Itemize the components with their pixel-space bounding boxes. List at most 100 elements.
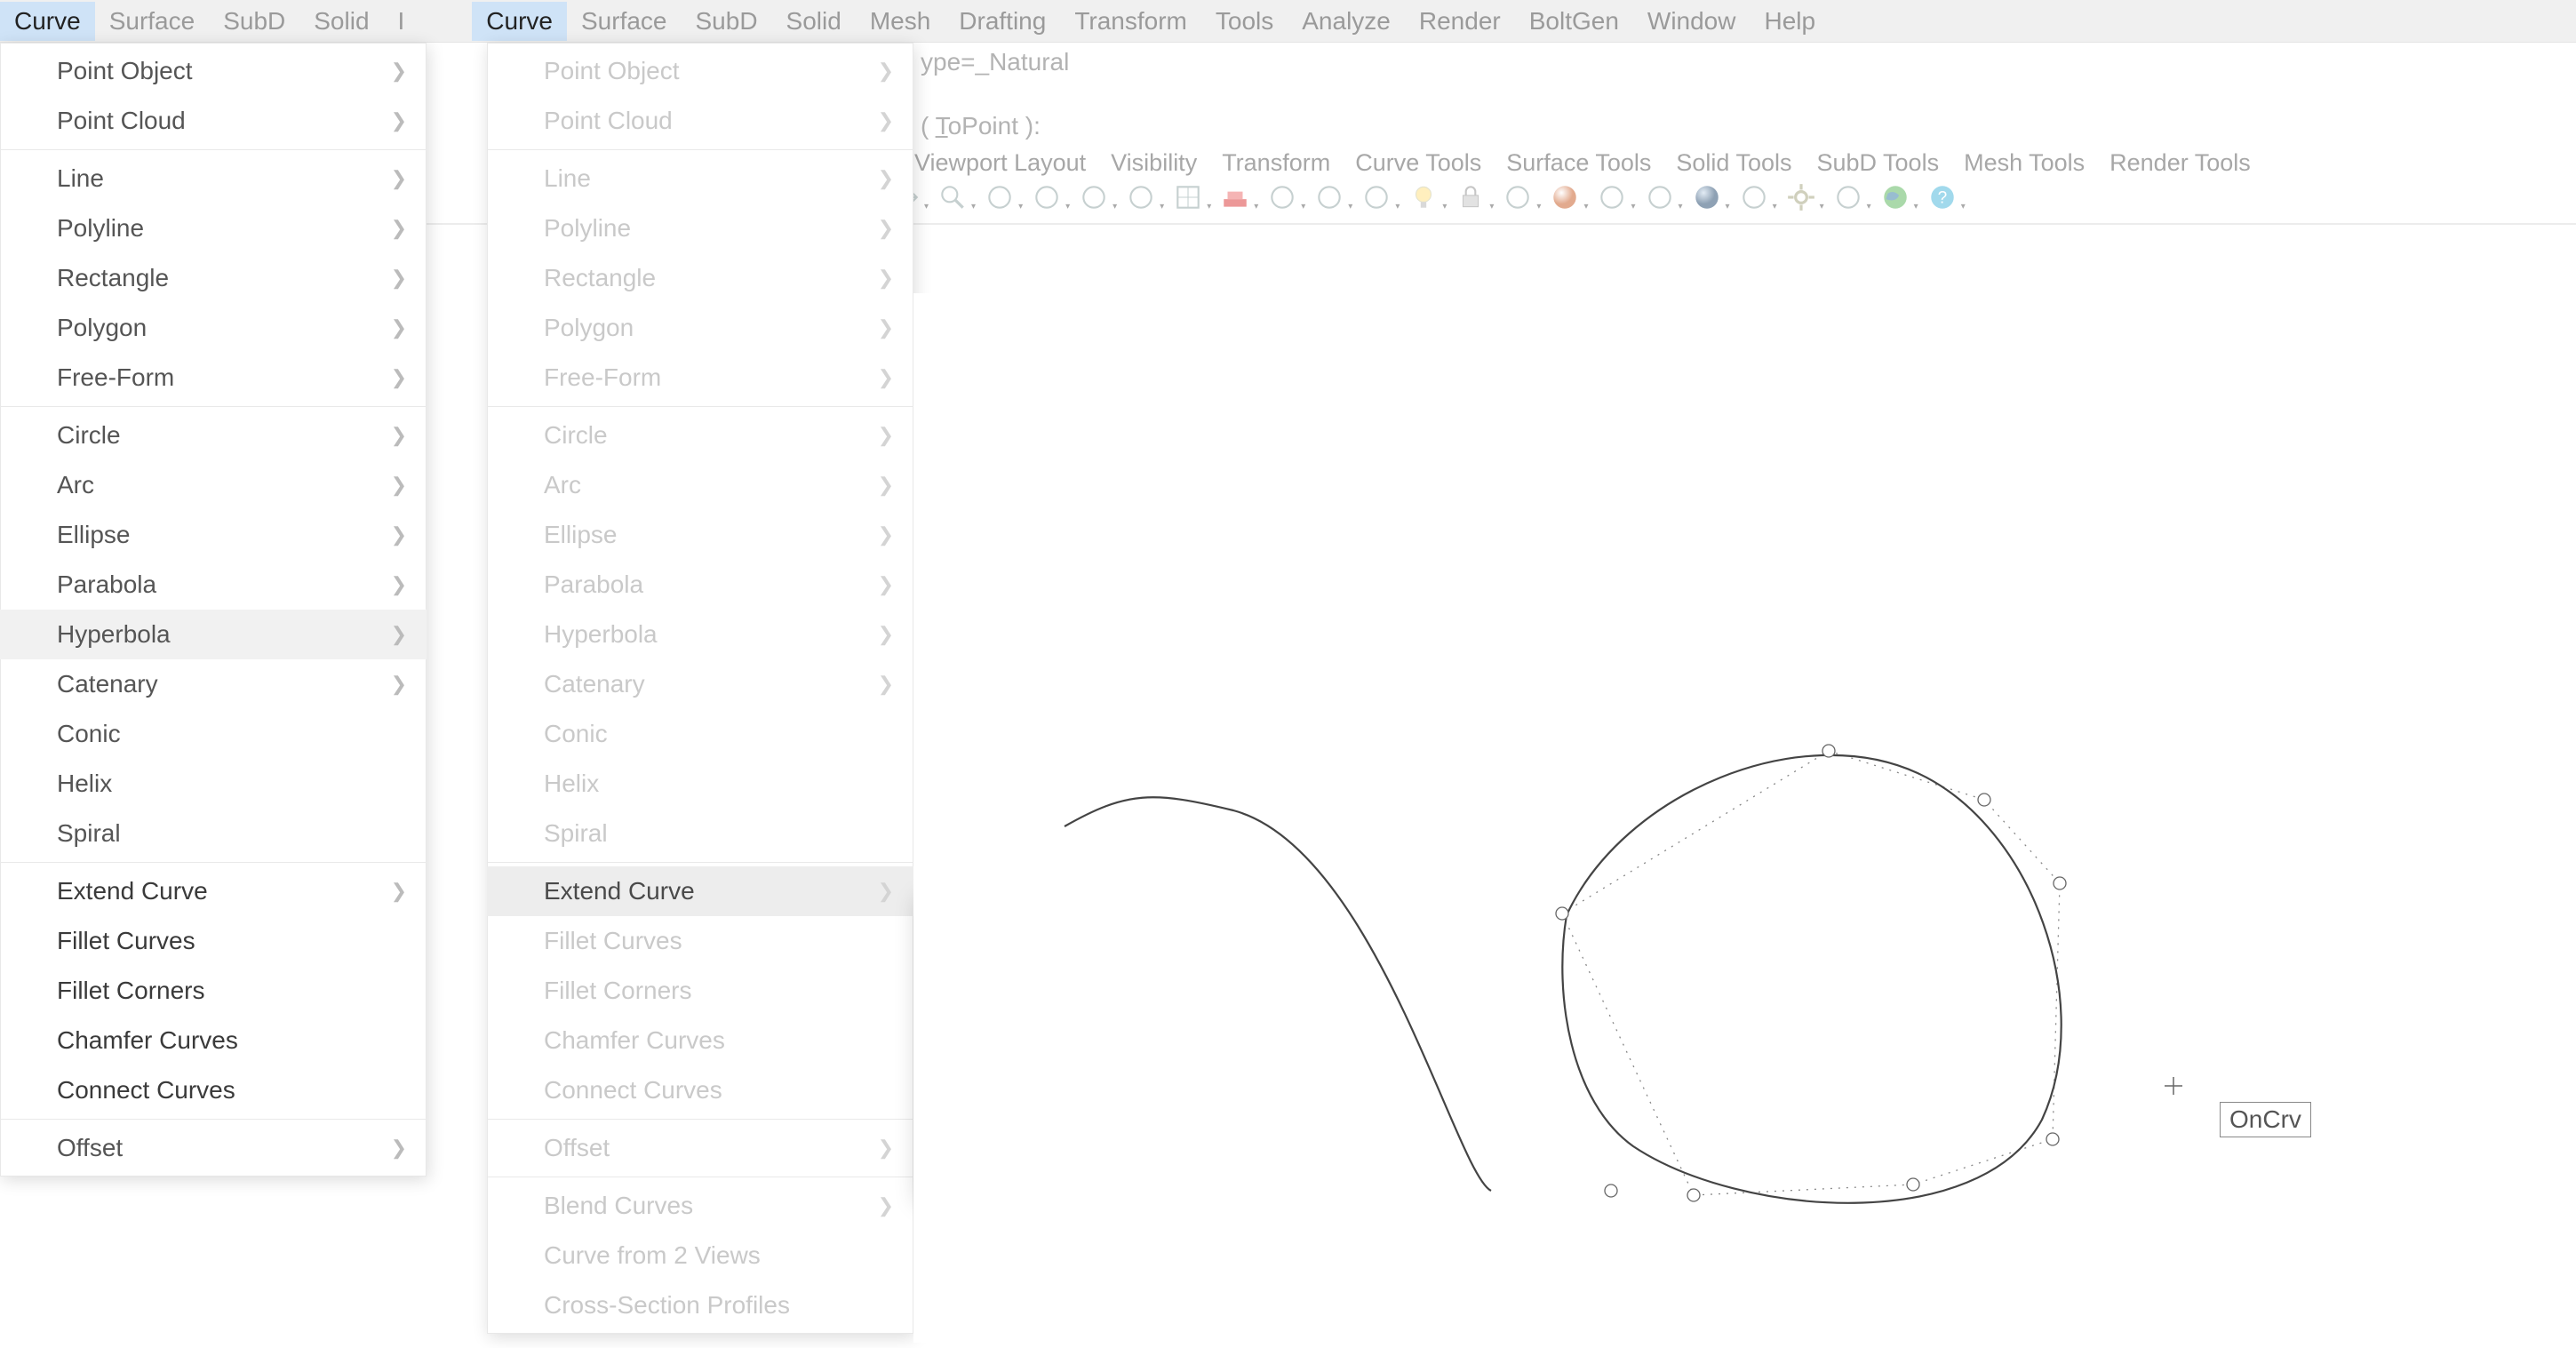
construction-plane-icon-dropdown[interactable]: ▾ bbox=[1867, 202, 1871, 211]
shade-flat-icon-dropdown[interactable]: ▾ bbox=[1395, 202, 1400, 211]
menu-transform[interactable]: Transform bbox=[1060, 2, 1201, 41]
menuitem-chamfer-curves[interactable]: Chamfer Curves bbox=[0, 1016, 427, 1065]
menu-subd[interactable]: SubD bbox=[209, 2, 299, 41]
menuitem-parabola[interactable]: Parabola❯ bbox=[487, 560, 913, 610]
menu-analyze[interactable]: Analyze bbox=[1288, 2, 1405, 41]
cplane-icon-dropdown[interactable]: ▾ bbox=[1207, 202, 1211, 211]
settings-gear-icon[interactable] bbox=[1784, 180, 1818, 214]
tab-curve-tools[interactable]: Curve Tools bbox=[1355, 149, 1481, 177]
menuitem-catenary[interactable]: Catenary❯ bbox=[0, 659, 427, 709]
menuitem-offset[interactable]: Offset❯ bbox=[0, 1123, 427, 1173]
zoom-extents-icon-dropdown[interactable]: ▾ bbox=[1113, 202, 1117, 211]
settings-gear-icon-dropdown[interactable]: ▾ bbox=[1820, 202, 1824, 211]
menuitem-ellipse[interactable]: Ellipse❯ bbox=[0, 510, 427, 560]
undo-view-icon[interactable] bbox=[1124, 180, 1158, 214]
menu-curve[interactable]: Curve bbox=[0, 2, 95, 41]
cplane-icon[interactable] bbox=[1171, 180, 1205, 214]
sun-icon-dropdown[interactable]: ▾ bbox=[1773, 202, 1777, 211]
zoom-in-icon[interactable] bbox=[936, 180, 969, 214]
menuitem-point-cloud[interactable]: Point Cloud❯ bbox=[0, 96, 427, 146]
menuitem-fillet-curves[interactable]: Fillet Curves bbox=[0, 916, 427, 966]
menuitem-free-form[interactable]: Free-Form❯ bbox=[487, 353, 913, 403]
menuitem-fillet-curves[interactable]: Fillet Curves bbox=[487, 916, 913, 966]
help-icon[interactable]: ? bbox=[1926, 180, 1959, 214]
tab-transform[interactable]: Transform bbox=[1222, 149, 1330, 177]
earth-icon[interactable] bbox=[1878, 180, 1912, 214]
menuitem-free-form[interactable]: Free-Form❯ bbox=[0, 353, 427, 403]
lock-icon[interactable] bbox=[1454, 180, 1487, 214]
menu-subd[interactable]: SubD bbox=[682, 2, 772, 41]
earth-icon-dropdown[interactable]: ▾ bbox=[1914, 202, 1918, 211]
menuitem-polyline[interactable]: Polyline❯ bbox=[0, 203, 427, 253]
menuitem-fillet-corners[interactable]: Fillet Corners bbox=[487, 966, 913, 1016]
menuitem-line[interactable]: Line❯ bbox=[487, 154, 913, 203]
ortho-icon[interactable] bbox=[1312, 180, 1346, 214]
menuitem-catenary[interactable]: Catenary❯ bbox=[487, 659, 913, 709]
menuitem-fillet-corners[interactable]: Fillet Corners bbox=[0, 966, 427, 1016]
menuitem-connect-curves[interactable]: Connect Curves bbox=[0, 1065, 427, 1115]
named-view-icon-dropdown[interactable]: ▾ bbox=[1254, 202, 1258, 211]
menuitem-conic[interactable]: Conic bbox=[0, 709, 427, 759]
menu-surface[interactable]: Surface bbox=[567, 2, 682, 41]
menu-curve[interactable]: Curve bbox=[472, 2, 567, 41]
menuitem-polygon[interactable]: Polygon❯ bbox=[487, 303, 913, 353]
menuitem-rectangle[interactable]: Rectangle❯ bbox=[0, 253, 427, 303]
perspective-icon-dropdown[interactable]: ▾ bbox=[1301, 202, 1305, 211]
menuitem-arc[interactable]: Arc❯ bbox=[0, 460, 427, 510]
construction-plane-icon[interactable] bbox=[1831, 180, 1865, 214]
tab-solid-tools[interactable]: Solid Tools bbox=[1676, 149, 1791, 177]
menu-boltgen[interactable]: BoltGen bbox=[1515, 2, 1633, 41]
ortho-icon-dropdown[interactable]: ▾ bbox=[1348, 202, 1352, 211]
menuitem-extend-curve[interactable]: Extend Curve❯ bbox=[487, 866, 913, 916]
ghosted-sphere-icon-dropdown[interactable]: ▾ bbox=[1631, 202, 1635, 211]
shade-flat-icon[interactable] bbox=[1360, 180, 1393, 214]
tab-surface-tools[interactable]: Surface Tools bbox=[1506, 149, 1651, 177]
menuitem-conic[interactable]: Conic bbox=[487, 709, 913, 759]
undo-view-icon-dropdown[interactable]: ▾ bbox=[1160, 202, 1164, 211]
zoom-extents-icon[interactable] bbox=[1077, 180, 1111, 214]
wireframe-sphere-icon-dropdown[interactable]: ▾ bbox=[1679, 202, 1683, 211]
zoom-window-icon-dropdown[interactable]: ▾ bbox=[1018, 202, 1023, 211]
menu-drafting[interactable]: Drafting bbox=[945, 2, 1060, 41]
menuitem-helix[interactable]: Helix bbox=[487, 759, 913, 809]
named-view-icon[interactable] bbox=[1218, 180, 1252, 214]
menuitem-circle[interactable]: Circle❯ bbox=[0, 411, 427, 460]
bulb-icon[interactable] bbox=[1407, 180, 1440, 214]
command-prompt[interactable]: ( ToPoint ): bbox=[889, 107, 2576, 144]
move-icon-dropdown[interactable]: ▾ bbox=[924, 202, 929, 211]
zoom-in-icon-dropdown[interactable]: ▾ bbox=[971, 202, 976, 211]
menuitem-helix[interactable]: Helix bbox=[0, 759, 427, 809]
menu-i[interactable]: I bbox=[384, 2, 419, 41]
menu-solid[interactable]: Solid bbox=[299, 2, 383, 41]
menuitem-circle[interactable]: Circle❯ bbox=[487, 411, 913, 460]
zoom-window-icon[interactable] bbox=[983, 180, 1017, 214]
sun-icon[interactable] bbox=[1737, 180, 1771, 214]
lock-icon-dropdown[interactable]: ▾ bbox=[1489, 202, 1494, 211]
menu-surface[interactable]: Surface bbox=[95, 2, 210, 41]
menu-help[interactable]: Help bbox=[1750, 2, 1830, 41]
zoom-dynamic-icon[interactable] bbox=[1030, 180, 1064, 214]
menuitem-hyperbola[interactable]: Hyperbola❯ bbox=[0, 610, 427, 659]
menu-render[interactable]: Render bbox=[1405, 2, 1515, 41]
material-sphere-icon[interactable] bbox=[1548, 180, 1582, 214]
menuitem-polygon[interactable]: Polygon❯ bbox=[0, 303, 427, 353]
menuitem-polyline[interactable]: Polyline❯ bbox=[487, 203, 913, 253]
tab-subd-tools[interactable]: SubD Tools bbox=[1816, 149, 1939, 177]
menuitem-point-object[interactable]: Point Object❯ bbox=[487, 46, 913, 96]
render-sphere-icon[interactable] bbox=[1690, 180, 1724, 214]
menuitem-offset[interactable]: Offset❯ bbox=[487, 1123, 913, 1173]
tab-viewport-layout[interactable]: Viewport Layout bbox=[914, 149, 1086, 177]
menuitem-rectangle[interactable]: Rectangle❯ bbox=[487, 253, 913, 303]
menuitem-connect-curves[interactable]: Connect Curves bbox=[487, 1065, 913, 1115]
menu-tools[interactable]: Tools bbox=[1201, 2, 1288, 41]
menu-solid[interactable]: Solid bbox=[772, 2, 856, 41]
menuitem-curve-from-2-views[interactable]: Curve from 2 Views bbox=[487, 1231, 913, 1280]
menu-window[interactable]: Window bbox=[1633, 2, 1751, 41]
material-sphere-icon-dropdown[interactable]: ▾ bbox=[1583, 202, 1588, 211]
menuitem-line[interactable]: Line❯ bbox=[0, 154, 427, 203]
menuitem-spiral[interactable]: Spiral bbox=[0, 809, 427, 858]
bulb-icon-dropdown[interactable]: ▾ bbox=[1442, 202, 1447, 211]
tab-mesh-tools[interactable]: Mesh Tools bbox=[1964, 149, 2085, 177]
menuitem-cross-section-profiles[interactable]: Cross-Section Profiles bbox=[487, 1280, 913, 1330]
menuitem-arc[interactable]: Arc❯ bbox=[487, 460, 913, 510]
